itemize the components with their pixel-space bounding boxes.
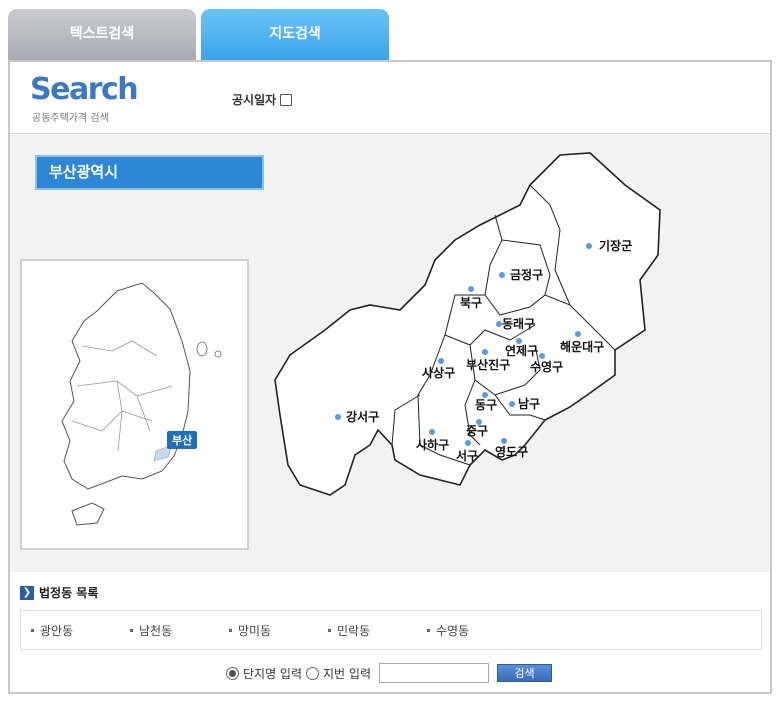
svg-text:사상구: 사상구 (422, 365, 455, 380)
svg-text:부산진구: 부산진구 (466, 357, 510, 372)
svg-text:금정구: 금정구 (510, 267, 543, 282)
pub-date-label: 공시일자 (232, 93, 277, 107)
city-selector[interactable]: 부산광역시 (35, 155, 264, 190)
district-dongnae[interactable]: 동래구 (496, 316, 535, 331)
bullet-icon (328, 628, 331, 632)
korea-overview-map: 부산 (20, 259, 249, 550)
radio-complex-label: 단지명 입력 (243, 666, 303, 681)
bullet-icon (130, 628, 133, 632)
search-logo-subtitle: 공동주택가격 검색 (32, 113, 109, 124)
bullet-icon (229, 628, 232, 632)
dong-list-header: ❯ 법정동 목록 (20, 584, 98, 601)
svg-text:북구: 북구 (460, 296, 482, 310)
dong-item-millak[interactable]: 민락동 (328, 622, 427, 639)
svg-text:서구: 서구 (456, 448, 478, 463)
search-input[interactable] (379, 663, 489, 683)
search-row: 단지명 입력 지번 입력 검색 (226, 663, 552, 683)
dong-item-gwangan[interactable]: 광안동 (31, 622, 130, 639)
bullet-icon (427, 628, 430, 632)
busan-district-map: 기장군 금정구 북구 동래구 해운대구 연제구 사상구 부산진구 수영구 강서구… (274, 152, 661, 496)
search-panel: Search 공동주택가격 검색 공시일자 부산광역시 부산 기장군 금정구 북… (8, 60, 772, 694)
chevron-right-icon: ❯ (20, 585, 34, 600)
pub-date-checkbox[interactable] (280, 93, 293, 106)
svg-text:수영구: 수영구 (530, 359, 563, 374)
svg-text:동래구: 동래구 (502, 316, 535, 331)
bullet-icon (31, 628, 34, 632)
dong-label[interactable]: 민락동 (337, 622, 370, 639)
svg-text:연제구: 연제구 (505, 343, 538, 358)
dong-label[interactable]: 망미동 (238, 622, 271, 639)
search-header: Search 공동주택가격 검색 공시일자 (10, 62, 770, 134)
tab-map-search[interactable]: 지도검색 (201, 9, 389, 60)
svg-text:영도구: 영도구 (495, 444, 528, 459)
search-logo: Search (30, 72, 139, 107)
svg-text:강서구: 강서구 (346, 409, 379, 424)
svg-text:사하구: 사하구 (416, 437, 449, 452)
dong-item-namcheon[interactable]: 남천동 (130, 622, 229, 639)
svg-text:기장군: 기장군 (599, 238, 632, 253)
svg-text:남구: 남구 (518, 396, 540, 411)
search-button[interactable]: 검색 (497, 664, 552, 682)
radio-lot-label: 지번 입력 (323, 666, 371, 681)
dong-label[interactable]: 광안동 (40, 622, 73, 639)
dong-label[interactable]: 남천동 (139, 622, 172, 639)
svg-text:동구: 동구 (475, 398, 497, 412)
dong-item-suyeong[interactable]: 수영동 (427, 622, 526, 639)
radio-complex-name[interactable] (226, 666, 239, 680)
map-area: 부산광역시 부산 기장군 금정구 북구 동래구 해운대구 연제구 사상구 부산진… (10, 135, 770, 572)
radio-lot-number[interactable] (306, 666, 320, 680)
svg-text:해운대구: 해운대구 (560, 339, 604, 354)
dong-list-title: 법정동 목록 (39, 586, 99, 600)
dong-label[interactable]: 수영동 (436, 622, 469, 639)
busan-region-tag[interactable]: 부산 (167, 431, 198, 449)
dong-list: 광안동 남천동 망미동 민락동 수영동 (20, 610, 762, 650)
pub-date-toggle[interactable]: 공시일자 (232, 91, 293, 108)
korea-map-icon (61, 282, 222, 526)
svg-text:중구: 중구 (466, 424, 488, 438)
tab-text-search[interactable]: 텍스트검색 (8, 9, 196, 60)
dong-item-mangmi[interactable]: 망미동 (229, 622, 328, 639)
